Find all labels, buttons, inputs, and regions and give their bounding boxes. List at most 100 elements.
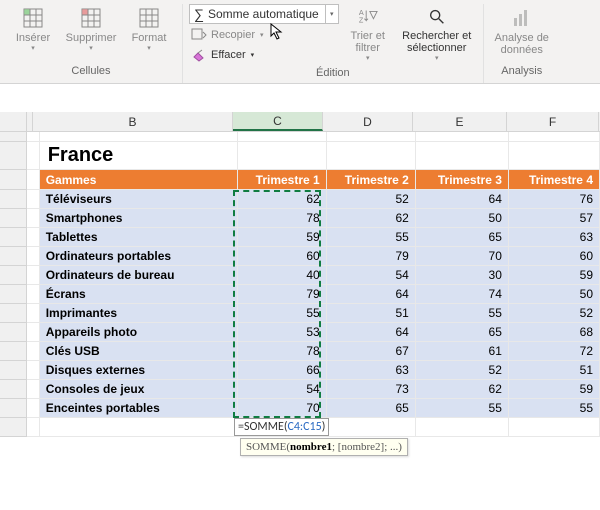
cell[interactable] [27, 228, 40, 247]
value-cell[interactable]: 55 [509, 399, 600, 418]
value-cell[interactable]: 70 [416, 247, 509, 266]
row-header[interactable] [0, 142, 27, 170]
row-header[interactable] [0, 323, 27, 342]
cell[interactable] [27, 190, 40, 209]
gamme-cell[interactable]: Ordinateurs de bureau [40, 266, 238, 285]
cell[interactable] [40, 132, 238, 142]
value-cell[interactable]: 30 [416, 266, 509, 285]
value-cell[interactable]: 57 [509, 209, 600, 228]
value-cell[interactable]: 60 [509, 247, 600, 266]
value-cell[interactable]: 79 [327, 247, 416, 266]
cell[interactable] [509, 142, 600, 170]
sort-filter-button[interactable]: AZ Trier et filtrer ▾ [343, 4, 393, 62]
gamme-cell[interactable]: Téléviseurs [40, 190, 238, 209]
cell[interactable] [416, 132, 509, 142]
insert-button[interactable]: Insérer ▾ [6, 4, 60, 62]
row-header[interactable] [0, 170, 27, 190]
header-cell[interactable]: Trimestre 3 [416, 170, 509, 190]
row-header[interactable] [0, 380, 27, 399]
cell[interactable] [27, 142, 40, 170]
cell[interactable] [327, 142, 416, 170]
row-header[interactable] [0, 247, 27, 266]
value-cell[interactable]: 79 [238, 285, 327, 304]
analyze-data-button[interactable]: Analyse de données [490, 4, 554, 62]
cell[interactable] [27, 399, 40, 418]
value-cell[interactable]: 55 [238, 304, 327, 323]
value-cell[interactable]: 51 [509, 361, 600, 380]
value-cell[interactable]: 52 [327, 190, 416, 209]
cell[interactable] [238, 142, 327, 170]
value-cell[interactable]: 76 [509, 190, 600, 209]
value-cell[interactable]: 40 [238, 266, 327, 285]
gamme-cell[interactable]: Imprimantes [40, 304, 238, 323]
cell[interactable] [27, 342, 40, 361]
value-cell[interactable]: 66 [238, 361, 327, 380]
value-cell[interactable]: 54 [327, 266, 416, 285]
value-cell[interactable]: 59 [509, 266, 600, 285]
value-cell[interactable]: 59 [238, 228, 327, 247]
value-cell[interactable]: 62 [327, 209, 416, 228]
row-header[interactable] [0, 399, 27, 418]
spreadsheet[interactable]: B C D E F FranceGammesTrimestre 1Trimest… [0, 112, 600, 437]
formula-edit-box[interactable]: =SOMME(C4:C15) [234, 418, 329, 436]
value-cell[interactable]: 50 [509, 285, 600, 304]
cell[interactable] [27, 170, 40, 190]
row-header[interactable] [0, 342, 27, 361]
gamme-cell[interactable]: Clés USB [40, 342, 238, 361]
gamme-cell[interactable]: Smartphones [40, 209, 238, 228]
row-header[interactable] [0, 132, 27, 142]
value-cell[interactable]: 62 [238, 190, 327, 209]
value-cell[interactable]: 52 [509, 304, 600, 323]
value-cell[interactable]: 55 [416, 304, 509, 323]
value-cell[interactable]: 64 [327, 285, 416, 304]
value-cell[interactable]: 67 [327, 342, 416, 361]
row-header[interactable] [0, 418, 27, 437]
value-cell[interactable]: 64 [327, 323, 416, 342]
cell[interactable] [27, 209, 40, 228]
select-all-corner[interactable] [0, 112, 27, 131]
cell[interactable] [27, 247, 40, 266]
cell[interactable] [327, 132, 416, 142]
row-header[interactable] [0, 266, 27, 285]
cell[interactable] [27, 285, 40, 304]
cell[interactable] [238, 132, 327, 142]
value-cell[interactable]: 78 [238, 342, 327, 361]
value-cell[interactable]: 54 [238, 380, 327, 399]
value-cell[interactable]: 62 [416, 380, 509, 399]
cell[interactable] [509, 418, 600, 437]
cell[interactable] [27, 132, 40, 142]
cell[interactable] [27, 418, 40, 437]
cell[interactable] [27, 380, 40, 399]
col-header[interactable]: B [33, 112, 233, 131]
gamme-cell[interactable]: Appareils photo [40, 323, 238, 342]
value-cell[interactable]: 65 [327, 399, 416, 418]
value-cell[interactable]: 55 [327, 228, 416, 247]
cell[interactable] [416, 418, 509, 437]
value-cell[interactable]: 65 [416, 323, 509, 342]
row-header[interactable] [0, 228, 27, 247]
gamme-cell[interactable]: Écrans [40, 285, 238, 304]
gamme-cell[interactable]: Consoles de jeux [40, 380, 238, 399]
value-cell[interactable]: 64 [416, 190, 509, 209]
value-cell[interactable]: 72 [509, 342, 600, 361]
delete-button[interactable]: Supprimer ▾ [64, 4, 118, 62]
header-cell[interactable]: Trimestre 2 [327, 170, 416, 190]
value-cell[interactable]: 59 [509, 380, 600, 399]
col-header[interactable]: F [507, 112, 599, 131]
row-header[interactable] [0, 285, 27, 304]
value-cell[interactable]: 51 [327, 304, 416, 323]
fill-button[interactable]: Recopier ▾ [189, 26, 266, 44]
cell[interactable] [416, 142, 509, 170]
cell[interactable] [509, 132, 600, 142]
value-cell[interactable]: 78 [238, 209, 327, 228]
gamme-cell[interactable]: Enceintes portables [40, 399, 238, 418]
header-cell[interactable]: Trimestre 4 [509, 170, 600, 190]
row-header[interactable] [0, 190, 27, 209]
cell[interactable] [27, 304, 40, 323]
col-header[interactable]: D [323, 112, 413, 131]
cell[interactable] [327, 418, 416, 437]
col-header[interactable]: C [233, 112, 323, 131]
cell[interactable] [27, 361, 40, 380]
gamme-cell[interactable]: Disques externes [40, 361, 238, 380]
value-cell[interactable]: 55 [416, 399, 509, 418]
